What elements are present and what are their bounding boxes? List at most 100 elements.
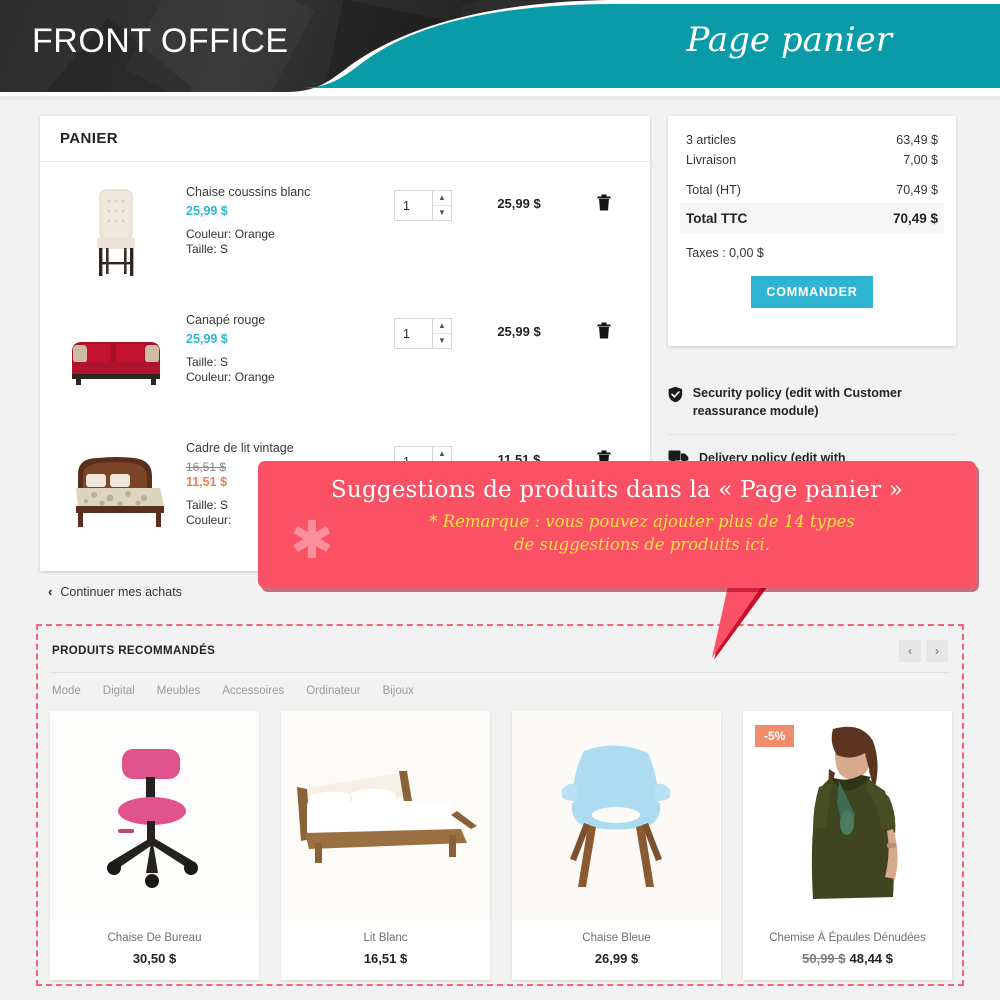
pink-office-chair-image	[50, 711, 259, 920]
product-thumbnail[interactable]	[56, 304, 176, 416]
carousel-nav: ‹ ›	[899, 640, 948, 662]
cart-summary-panel: 3 articles 63,49 $ Livraison 7,00 $ Tota…	[668, 116, 956, 346]
callout-title: Suggestions de produits dans la « Page p…	[330, 477, 904, 503]
discount-badge: -5%	[755, 725, 795, 747]
cart-item-attribute: Couleur: Orange	[186, 227, 275, 241]
quantity-decrease-button[interactable]: ▼	[433, 206, 451, 221]
product-thumbnail[interactable]	[56, 432, 176, 544]
quantity-stepper[interactable]: 1 ▲ ▼	[394, 304, 464, 349]
cart-item-attribute: Couleur: Orange	[186, 370, 275, 384]
callout-bubble: ✱ Suggestions de produits dans la « Page…	[258, 461, 976, 588]
product-card[interactable]: Chaise Bleue 26,99 $	[512, 711, 721, 980]
summary-taxes-label: Taxes : 0,00 $	[686, 246, 764, 260]
product-price: 26,99 $	[594, 951, 639, 966]
product-old-price: 50,99 $	[802, 951, 846, 966]
callout-note-line2: de suggestions de produits ici.	[513, 535, 770, 554]
red-sofa-image	[56, 304, 176, 416]
cart-item-attribute: Taille: S	[186, 355, 229, 369]
cart-panel-header: PANIER	[40, 116, 650, 162]
summary-total-ht-value: 70,49 $	[896, 183, 938, 197]
quantity-decrease-button[interactable]: ▼	[433, 334, 451, 349]
recommended-title: PRODUITS RECOMMANDÉS	[52, 645, 216, 657]
product-card[interactable]: Lit Blanc 16,51 $	[281, 711, 490, 980]
reassurance-item-label: Security policy (edit with Customer reas…	[692, 386, 902, 418]
quantity-input[interactable]: 1	[395, 319, 432, 348]
white-tufted-chair-image	[56, 176, 176, 288]
summary-articles-row: 3 articles 63,49 $	[686, 130, 938, 150]
quantity-increase-button[interactable]: ▲	[433, 319, 451, 334]
product-price: 16,51 $	[363, 951, 408, 966]
product-name[interactable]: Chaise De Bureau	[50, 920, 259, 944]
page-root: FRONT OFFICE Page panier PANIER Chaise c…	[0, 0, 1000, 1000]
remove-item-button[interactable]	[574, 304, 634, 339]
chevron-right-icon: ›	[935, 644, 939, 658]
reassurance-item-security[interactable]: Security policy (edit with Customer reas…	[668, 380, 956, 430]
callout-tail	[712, 586, 768, 660]
cart-item-name[interactable]: Chaise coussins blanc	[186, 184, 394, 201]
product-name[interactable]: Chemise À Épaules Dénudées	[743, 920, 952, 944]
summary-shipping-value: 7,00 $	[903, 153, 938, 167]
order-button[interactable]: COMMANDER	[751, 276, 873, 308]
tab-ordinateur[interactable]: Ordinateur	[306, 685, 360, 697]
summary-articles-label: 3 articles	[686, 133, 737, 147]
summary-shipping-row: Livraison 7,00 $	[686, 150, 938, 170]
cart-item-unit-price: 25,99 $	[186, 332, 228, 346]
page-header: FRONT OFFICE Page panier	[0, 0, 1000, 100]
chevron-left-icon: ‹	[908, 644, 912, 658]
carousel-next-button[interactable]: ›	[926, 640, 948, 662]
product-image-wrap	[512, 711, 721, 920]
asterisk-icon: ✱	[290, 511, 334, 571]
summary-total-ttc-value: 70,49 $	[892, 211, 938, 226]
summary-total-ht-row: Total (HT) 70,49 $	[686, 179, 938, 203]
cart-item-info: Chaise coussins blanc 25,99 $ Couleur: O…	[176, 176, 394, 257]
product-sale-price: 48,44 $	[849, 951, 893, 966]
product-price: 50,99 $48,44 $	[743, 944, 952, 980]
page-subtitle: Page panier	[686, 20, 893, 60]
recommended-products-grid: Chaise De Bureau 30,50 $ Lit Blanc 16,51…	[38, 697, 962, 980]
summary-articles-value: 63,49 $	[896, 133, 938, 147]
vintage-bed-frame-image	[56, 432, 176, 544]
cart-row: Canapé rouge 25,99 $ Taille: S Couleur: …	[40, 290, 650, 418]
quantity-input[interactable]: 1	[395, 191, 432, 220]
continue-shopping-link[interactable]: ‹ Continuer mes achats	[48, 584, 182, 599]
tab-bijoux[interactable]: Bijoux	[383, 685, 414, 697]
product-name[interactable]: Chaise Bleue	[512, 920, 721, 944]
continue-shopping-label: Continuer mes achats	[60, 584, 182, 599]
page-title: FRONT OFFICE	[32, 22, 289, 60]
cart-item-info: Canapé rouge 25,99 $ Taille: S Couleur: …	[176, 304, 394, 385]
tab-mode[interactable]: Mode	[52, 685, 81, 697]
tab-meubles[interactable]: Meubles	[157, 685, 200, 697]
quantity-increase-button[interactable]: ▲	[433, 447, 451, 462]
product-image-wrap	[50, 711, 259, 920]
cart-item-name[interactable]: Cadre de lit vintage	[186, 440, 394, 457]
recommended-tabs: Mode Digital Meubles Accessoires Ordinat…	[38, 673, 962, 697]
trash-icon	[597, 194, 611, 211]
white-bed-image	[281, 711, 490, 920]
product-image-wrap: -5%	[743, 711, 952, 920]
product-card[interactable]: -5% Chemise À Épaules Dénudées 50,99 $48…	[743, 711, 952, 980]
recommended-header: PRODUITS RECOMMANDÉS ‹ ›	[38, 626, 962, 662]
cart-row: Chaise coussins blanc 25,99 $ Couleur: O…	[40, 162, 650, 290]
product-card[interactable]: Chaise De Bureau 30,50 $	[50, 711, 259, 980]
remove-item-button[interactable]	[574, 176, 634, 211]
cart-item-total: 25,99 $	[497, 324, 541, 339]
tab-accessoires[interactable]: Accessoires	[222, 685, 284, 697]
product-name[interactable]: Lit Blanc	[281, 920, 490, 944]
summary-total-ttc-row: Total TTC 70,49 $	[680, 203, 944, 234]
callout-note-line1: * Remarque : vous pouvez ajouter plus de…	[429, 512, 855, 531]
chevron-left-icon: ‹	[48, 584, 53, 599]
quantity-stepper[interactable]: 1 ▲ ▼	[394, 176, 464, 221]
product-thumbnail[interactable]	[56, 176, 176, 288]
recommended-products-section: PRODUITS RECOMMANDÉS ‹ › Mode Digital Me…	[36, 624, 964, 986]
divider	[668, 434, 956, 435]
carousel-prev-button[interactable]: ‹	[899, 640, 921, 662]
tab-digital[interactable]: Digital	[103, 685, 135, 697]
summary-shipping-label: Livraison	[686, 153, 737, 167]
product-price: 30,50 $	[132, 951, 177, 966]
cart-item-attribute: Taille: S	[186, 242, 229, 256]
cart-item-name[interactable]: Canapé rouge	[186, 312, 394, 329]
product-image-wrap	[281, 711, 490, 920]
quantity-increase-button[interactable]: ▲	[433, 191, 451, 206]
cart-item-total: 25,99 $	[497, 196, 541, 211]
